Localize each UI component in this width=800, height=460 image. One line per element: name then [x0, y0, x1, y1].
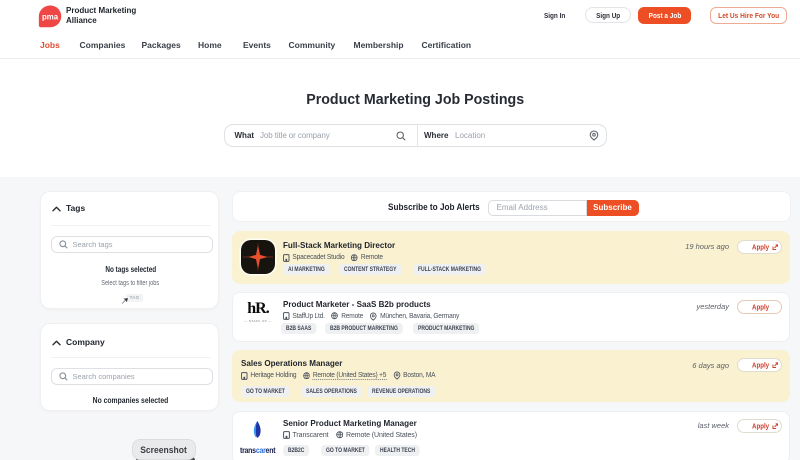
svg-text:pma: pma: [41, 12, 58, 21]
